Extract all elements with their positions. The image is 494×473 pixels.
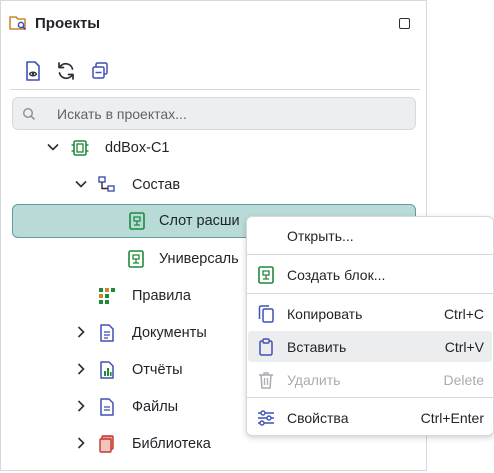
menu-item-label: Создать блок... [287, 267, 386, 283]
rules-icon [97, 286, 117, 306]
collapse-all-icon [92, 62, 108, 79]
projects-icon [8, 13, 28, 38]
copy-icon [256, 304, 276, 324]
tree-item-ddbox[interactable]: ddBox-C1 [12, 131, 416, 165]
menu-item-shortcut: Ctrl+Enter [420, 410, 484, 426]
menu-item-copy[interactable]: Копировать Ctrl+C [248, 298, 492, 329]
refresh-button[interactable] [54, 59, 78, 83]
tree-item-label: Файлы [132, 399, 179, 415]
block-icon [256, 265, 276, 285]
menu-item-label: Вставить [287, 339, 347, 355]
trash-icon [256, 370, 276, 390]
chevron-right-icon[interactable] [74, 436, 88, 455]
menu-item-delete[interactable]: Удалить Delete [248, 364, 492, 395]
menu-item-shortcut: Ctrl+C [443, 306, 484, 322]
tree-item-composition[interactable]: Состав [12, 168, 416, 202]
menu-item-label: Свойства [287, 410, 349, 426]
file-icon [97, 397, 117, 417]
paste-icon [256, 337, 276, 357]
reports-icon [97, 360, 117, 380]
tree-item-label: Правила [132, 288, 191, 304]
chevron-right-icon[interactable] [74, 399, 88, 418]
toolbar-divider [10, 89, 420, 90]
menu-item-open[interactable]: Открыть... [248, 220, 492, 251]
panel-header: Проекты [1, 1, 426, 47]
board-icon [70, 138, 90, 158]
sliders-icon [256, 408, 276, 428]
menu-item-label: Удалить [287, 372, 341, 388]
panel-title: Проекты [35, 15, 101, 32]
menu-divider [247, 254, 493, 255]
menu-divider [247, 293, 493, 294]
collapse-all-button[interactable] [88, 59, 112, 83]
tree-item-label: Состав [132, 177, 181, 193]
tree-item-label: Документы [132, 325, 207, 341]
tree-item-label: Слот расши [159, 213, 240, 229]
menu-item-paste[interactable]: Вставить Ctrl+V [248, 331, 492, 362]
menu-item-create-block[interactable]: Создать блок... [248, 259, 492, 290]
search-box [12, 97, 416, 130]
tree-item-label: Отчёты [132, 362, 183, 378]
menu-item-shortcut: Delete [443, 372, 484, 388]
menu-item-properties[interactable]: Свойства Ctrl+Enter [248, 402, 492, 433]
view-document-button[interactable] [21, 59, 45, 83]
context-menu: Открыть... Создать блок... Копировать Ct… [246, 216, 494, 436]
tree-item-label: Универсаль [159, 251, 239, 267]
panel-toolbar [1, 53, 426, 90]
chevron-right-icon[interactable] [74, 362, 88, 381]
maximize-button[interactable] [399, 18, 410, 29]
menu-item-label: Открыть... [287, 228, 354, 244]
structure-icon [97, 175, 117, 195]
menu-item-shortcut: Ctrl+V [444, 339, 484, 355]
tree-item-label: ddBox-C1 [105, 140, 170, 156]
documents-icon [97, 323, 117, 343]
block-icon [127, 211, 147, 231]
chevron-right-icon[interactable] [74, 325, 88, 344]
refresh-icon [58, 62, 74, 80]
search-icon [22, 107, 36, 126]
chevron-down-icon[interactable] [46, 140, 60, 159]
block-icon [126, 249, 146, 269]
menu-divider [247, 397, 493, 398]
view-document-icon [26, 61, 40, 81]
menu-item-label: Копировать [287, 306, 363, 322]
tree-item-label: Библиотека [132, 436, 211, 452]
search-input[interactable] [57, 104, 397, 124]
library-icon [97, 434, 117, 454]
chevron-down-icon[interactable] [74, 177, 88, 196]
